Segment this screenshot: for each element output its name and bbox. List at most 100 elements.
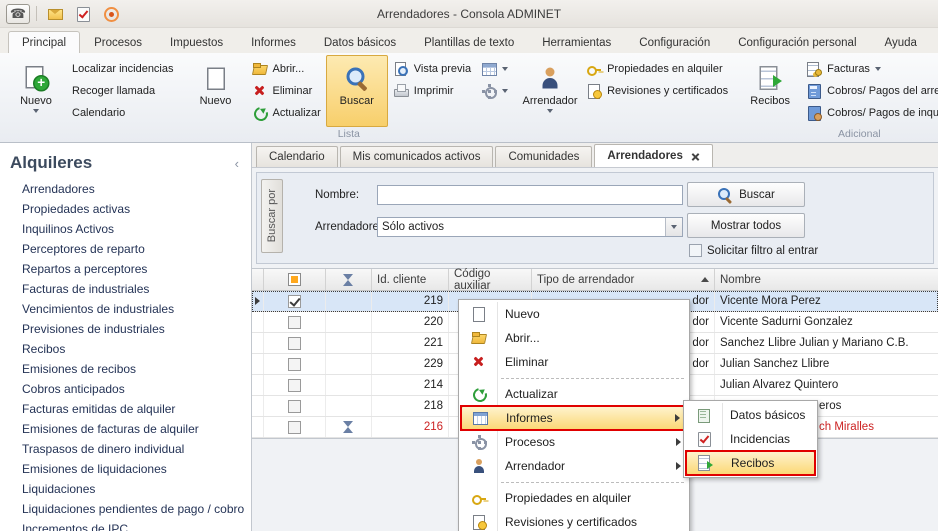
row-checkbox-cell[interactable]	[264, 312, 326, 332]
arrendadores-select[interactable]: Sólo activos	[377, 217, 683, 237]
nuevo-general-button[interactable]: Nuevo	[5, 55, 67, 127]
row-checkbox-cell[interactable]	[264, 375, 326, 395]
sidebar-item[interactable]: Emisiones de liquidaciones	[0, 459, 251, 479]
buscar-ribbon-button[interactable]: Buscar	[325, 55, 388, 127]
actualizar-button[interactable]: Actualizar	[247, 102, 326, 124]
context-menu-item[interactable]: Actualizar	[461, 382, 687, 406]
ribbon-tab[interactable]: Procesos	[80, 31, 156, 53]
context-menu-item[interactable]: Revisiones y certificados	[461, 510, 687, 531]
imprimir-button[interactable]: Imprimir	[388, 80, 476, 102]
arrendador-button[interactable]: Arrendador	[519, 55, 581, 127]
header-nombre[interactable]: Nombre	[715, 269, 938, 290]
grid-options-dropdown[interactable]	[476, 58, 513, 80]
row-checkbox[interactable]	[288, 420, 301, 434]
sidebar-item[interactable]: Incrementos de IPC	[0, 519, 251, 531]
context-menu-item[interactable]: Abrir...	[461, 326, 687, 350]
ribbon-tab[interactable]: Impuestos	[156, 31, 237, 53]
sidebar-item[interactable]: Facturas de industriales	[0, 279, 251, 299]
nombre-input[interactable]	[377, 185, 683, 205]
sidebar-item[interactable]: Arrendadores	[0, 179, 251, 199]
sidebar-item[interactable]: Perceptores de reparto	[0, 239, 251, 259]
calendario-button[interactable]: Calendario	[67, 102, 179, 124]
cobros-arrendador-button[interactable]: Cobros/ Pagos del arrendador	[801, 80, 938, 102]
ribbon-tab[interactable]: Plantillas de texto	[410, 31, 528, 53]
settings-dropdown[interactable]	[476, 80, 513, 102]
sidebar-item[interactable]: Liquidaciones pendientes de pago / cobro	[0, 499, 251, 519]
facturas-dropdown[interactable]: Facturas	[801, 58, 938, 80]
context-menu-item[interactable]: Propiedades en alquiler	[461, 486, 687, 510]
context-menu-item[interactable]	[461, 374, 687, 382]
submenu-item[interactable]: Recibos	[685, 450, 816, 476]
sidebar-item[interactable]: Previsiones de industriales	[0, 319, 251, 339]
document-tab[interactable]: Mis comunicados activos	[339, 146, 494, 167]
nuevo-lista-button[interactable]: Nuevo	[185, 55, 247, 127]
solicitar-filtro-checkbox[interactable]	[689, 244, 702, 257]
recoger-llamada-button[interactable]: Recoger llamada	[67, 80, 179, 102]
eliminar-button[interactable]: Eliminar	[247, 80, 326, 102]
sidebar-item[interactable]: Facturas emitidas de alquiler	[0, 399, 251, 419]
row-checkbox[interactable]	[288, 357, 301, 371]
row-checkbox-cell[interactable]	[264, 291, 326, 311]
localizar-incidencias-button[interactable]: Localizar incidencias	[67, 58, 179, 80]
ribbon-tab[interactable]: Herramientas	[528, 31, 625, 53]
sidebar-item[interactable]: Vencimientos de industriales	[0, 299, 251, 319]
mail-button[interactable]	[43, 3, 67, 25]
document-tab[interactable]: Calendario	[256, 146, 338, 167]
app-menu-button[interactable]: ☎	[6, 3, 30, 24]
context-menu-item[interactable]: Nuevo	[461, 302, 687, 326]
submenu-item[interactable]: Datos básicos	[686, 403, 815, 427]
ribbon-group-general: Nuevo Localizar incidencias Recoger llam…	[2, 53, 182, 142]
row-checkbox[interactable]	[288, 336, 301, 350]
sidebar-item[interactable]: Propiedades activas	[0, 199, 251, 219]
sidebar-item[interactable]: Emisiones de recibos	[0, 359, 251, 379]
header-tipo-arrendador[interactable]: Tipo de arrendador	[532, 269, 715, 290]
cell-id-cliente: 216	[372, 417, 449, 437]
revisiones-certificados-button[interactable]: Revisiones y certificados	[581, 80, 733, 102]
ribbon-tab[interactable]: Informes	[237, 31, 310, 53]
header-id-cliente[interactable]: Id. cliente	[372, 269, 449, 290]
header-hourglass[interactable]	[326, 269, 372, 290]
ribbon-tab[interactable]: Configuración	[625, 31, 724, 53]
row-checkbox[interactable]	[288, 378, 301, 392]
ribbon-tab[interactable]: Configuración personal	[724, 31, 870, 53]
context-menu-item[interactable]	[461, 478, 687, 486]
context-menu-item[interactable]: Informes	[460, 405, 688, 431]
sidebar-item[interactable]: Inquilinos Activos	[0, 219, 251, 239]
context-menu-item[interactable]: Procesos	[461, 430, 687, 454]
propiedades-alquiler-button[interactable]: Propiedades en alquiler	[581, 58, 733, 80]
ribbon-tab[interactable]: Principal	[8, 31, 81, 53]
row-checkbox[interactable]	[288, 315, 301, 329]
recibos-ribbon-button[interactable]: Recibos	[739, 55, 801, 127]
submenu-item[interactable]: Incidencias	[686, 427, 815, 451]
sidebar-item[interactable]: Liquidaciones	[0, 479, 251, 499]
ribbon-tab[interactable]: Datos básicos	[310, 31, 410, 53]
sidebar-item[interactable]: Emisiones de facturas de alquiler	[0, 419, 251, 439]
combo-drop-button[interactable]	[665, 218, 682, 236]
row-checkbox[interactable]	[288, 294, 301, 308]
tasks-button[interactable]	[71, 3, 95, 25]
collapse-sidebar-icon[interactable]: ‹	[235, 156, 239, 171]
vista-previa-button[interactable]: Vista previa	[388, 58, 476, 80]
close-icon[interactable]	[691, 152, 700, 161]
header-codigo-auxiliar[interactable]: Código auxiliar	[449, 268, 532, 292]
row-checkbox-cell[interactable]	[264, 354, 326, 374]
header-select-all[interactable]	[264, 269, 326, 290]
row-checkbox-cell[interactable]	[264, 396, 326, 416]
row-checkbox[interactable]	[288, 399, 301, 413]
document-tab[interactable]: Arrendadores	[594, 144, 713, 167]
row-indicator	[252, 396, 264, 416]
mostrar-todos-button[interactable]: Mostrar todos	[687, 213, 805, 238]
sidebar-item[interactable]: Recibos	[0, 339, 251, 359]
broadcast-button[interactable]	[99, 3, 123, 25]
document-tab[interactable]: Comunidades	[495, 146, 593, 167]
sidebar-item[interactable]: Traspasos de dinero individual	[0, 439, 251, 459]
sidebar-item[interactable]: Cobros anticipados	[0, 379, 251, 399]
row-checkbox-cell[interactable]	[264, 333, 326, 353]
cobros-inquilinos-button[interactable]: Cobros/ Pagos de inquilinos	[801, 102, 938, 124]
row-checkbox-cell[interactable]	[264, 417, 326, 437]
ribbon-tab[interactable]: Ayuda	[871, 31, 931, 53]
abrir-button[interactable]: Abrir...	[247, 58, 326, 80]
buscar-por-tab[interactable]: Buscar por	[261, 179, 283, 253]
sidebar-item[interactable]: Repartos a perceptores	[0, 259, 251, 279]
buscar-button[interactable]: Buscar	[687, 182, 805, 207]
